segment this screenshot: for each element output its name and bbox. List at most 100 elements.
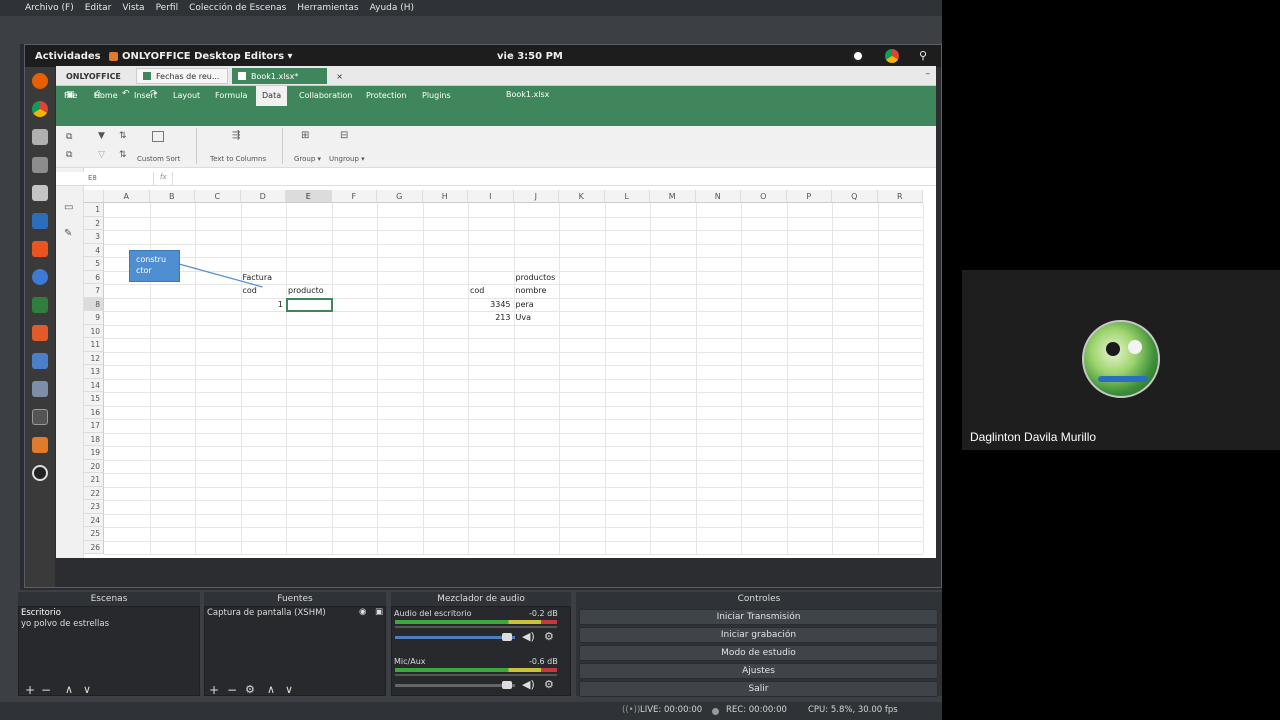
software-icon[interactable] <box>32 241 48 257</box>
formula-input[interactable] <box>172 172 936 185</box>
row-header-21[interactable]: 21 <box>84 473 104 487</box>
row-header-14[interactable]: 14 <box>84 378 104 392</box>
add-source-icon[interactable]: + <box>209 683 219 697</box>
row-header-5[interactable]: 5 <box>84 257 104 271</box>
fx-icon[interactable]: fx <box>160 173 167 181</box>
column-header-n[interactable]: N <box>695 190 741 203</box>
column-header-r[interactable]: R <box>877 190 923 203</box>
menu-editar[interactable]: Editar <box>85 3 112 13</box>
chrome-icon[interactable] <box>32 101 48 117</box>
row-header-1[interactable]: 1 <box>84 203 104 217</box>
network-icon[interactable]: ⚲ <box>919 49 927 62</box>
app-menu[interactable]: ONLYOFFICE Desktop Editors ▾ <box>122 51 293 62</box>
document-icon[interactable] <box>32 185 48 201</box>
settings-button[interactable]: Ajustes <box>579 663 938 679</box>
cell-i8[interactable]: 3345 <box>468 299 510 311</box>
row-header-22[interactable]: 22 <box>84 486 104 500</box>
row-header-25[interactable]: 25 <box>84 527 104 541</box>
row-header-20[interactable]: 20 <box>84 459 104 473</box>
text-to-columns-icon[interactable]: ⇶ <box>232 130 240 141</box>
cell-d8[interactable]: 1 <box>241 299 283 311</box>
add-scene-icon[interactable]: + <box>25 683 35 697</box>
menu-ayuda[interactable]: Ayuda (H) <box>370 3 414 13</box>
move-down-icon[interactable]: ∨ <box>83 683 91 696</box>
minimize-icon[interactable]: – <box>926 69 931 79</box>
activities-button[interactable]: Actividades <box>35 51 101 62</box>
ribbon-file[interactable]: File <box>64 91 77 100</box>
onlyoffice-dock-icon[interactable] <box>32 437 48 453</box>
column-header-k[interactable]: K <box>559 190 605 203</box>
row-header-24[interactable]: 24 <box>84 513 104 527</box>
move-up-icon[interactable]: ∧ <box>65 683 73 696</box>
custom-sort-icon[interactable] <box>152 131 164 142</box>
row-header-10[interactable]: 10 <box>84 324 104 338</box>
ribbon-formula[interactable]: Formula <box>215 91 247 100</box>
remove-scene-icon[interactable]: − <box>41 683 51 697</box>
ribbon-protection[interactable]: Protection <box>366 91 406 100</box>
scene-item[interactable]: yo polvo de estrellas <box>21 619 109 629</box>
row-header-3[interactable]: 3 <box>84 230 104 244</box>
spreadsheet-grid[interactable]: A B C D E F G H I J K L M N O P Q R 1 2 3 4 5 6 7 8 9 10 11 12 13 14 15 1… <box>84 190 936 558</box>
group-icon[interactable]: ⊞ <box>301 130 309 141</box>
start-streaming-button[interactable]: Iniciar Transmisión <box>579 609 938 625</box>
column-header-m[interactable]: M <box>650 190 696 203</box>
clock[interactable]: vie 3:50 PM <box>497 51 563 62</box>
row-header-19[interactable]: 19 <box>84 446 104 460</box>
volume-slider-handle[interactable] <box>502 633 512 641</box>
row-header-11[interactable]: 11 <box>84 338 104 352</box>
text-to-columns-button[interactable]: Text to Columns <box>210 155 266 163</box>
cell-j7[interactable]: nombre <box>516 285 547 297</box>
column-header-p[interactable]: P <box>786 190 832 203</box>
channel-settings-icon[interactable]: ⚙ <box>544 630 554 643</box>
source-settings-icon[interactable]: ⚙ <box>245 683 255 696</box>
column-header-g[interactable]: G <box>377 190 423 203</box>
writer-icon[interactable] <box>32 213 48 229</box>
scene-item[interactable]: Escritorio <box>21 608 61 618</box>
row-header-16[interactable]: 16 <box>84 405 104 419</box>
cell-j9[interactable]: Uva <box>516 312 532 324</box>
row-header-6[interactable]: 6 <box>84 270 104 284</box>
ribbon-insert[interactable]: Insert <box>134 91 157 100</box>
row-header-13[interactable]: 13 <box>84 365 104 379</box>
cell-d7[interactable]: cod <box>243 285 257 297</box>
tab-onlyoffice[interactable]: ONLYOFFICE <box>60 68 132 84</box>
ribbon-collaboration[interactable]: Collaboration <box>299 91 352 100</box>
lock-icon[interactable]: ▣ <box>375 607 383 617</box>
menu-vista[interactable]: Vista <box>122 3 144 13</box>
row-header-8[interactable]: 8 <box>84 297 104 311</box>
row-header-17[interactable]: 17 <box>84 419 104 433</box>
row-header-12[interactable]: 12 <box>84 351 104 365</box>
column-header-e[interactable]: E <box>286 190 332 203</box>
constructor-shape[interactable]: constru ctor <box>129 250 180 282</box>
select-all-corner[interactable] <box>84 190 104 203</box>
obs-dock-icon[interactable] <box>32 465 48 481</box>
cell-i9[interactable]: 213 <box>468 312 510 324</box>
column-header-a[interactable]: A <box>104 190 150 203</box>
row-header-4[interactable]: 4 <box>84 243 104 257</box>
column-header-f[interactable]: F <box>331 190 377 203</box>
menu-archivo[interactable]: Archivo (F) <box>25 3 74 13</box>
row-header-26[interactable]: 26 <box>84 540 104 554</box>
move-up-icon[interactable]: ∧ <box>267 683 275 696</box>
selected-cell[interactable] <box>286 297 333 312</box>
clear-filter-icon[interactable]: ▽ <box>98 150 105 160</box>
participant-tile[interactable]: Daglinton Davila Murillo <box>962 270 1280 450</box>
row-header-2[interactable]: 2 <box>84 216 104 230</box>
cell-name-box[interactable]: E8 <box>86 172 154 185</box>
row-header-9[interactable]: 9 <box>84 311 104 325</box>
start-recording-button[interactable]: Iniciar grabación <box>579 627 938 643</box>
tab-book1[interactable]: Book1.xlsx* × <box>232 68 343 84</box>
speaker-icon[interactable]: ◀) <box>522 678 535 691</box>
column-header-l[interactable]: L <box>604 190 650 203</box>
column-header-c[interactable]: C <box>195 190 241 203</box>
help-icon[interactable] <box>32 269 48 285</box>
firefox-icon[interactable] <box>32 73 48 89</box>
column-header-h[interactable]: H <box>422 190 468 203</box>
files-icon[interactable] <box>32 129 48 145</box>
row-header-15[interactable]: 15 <box>84 392 104 406</box>
move-down-icon[interactable]: ∨ <box>285 683 293 696</box>
cell-i7[interactable]: cod <box>470 285 484 297</box>
group-button[interactable]: Group ▾ <box>294 155 321 163</box>
cube-icon[interactable] <box>32 353 48 369</box>
dbeaver-icon[interactable] <box>32 297 48 313</box>
